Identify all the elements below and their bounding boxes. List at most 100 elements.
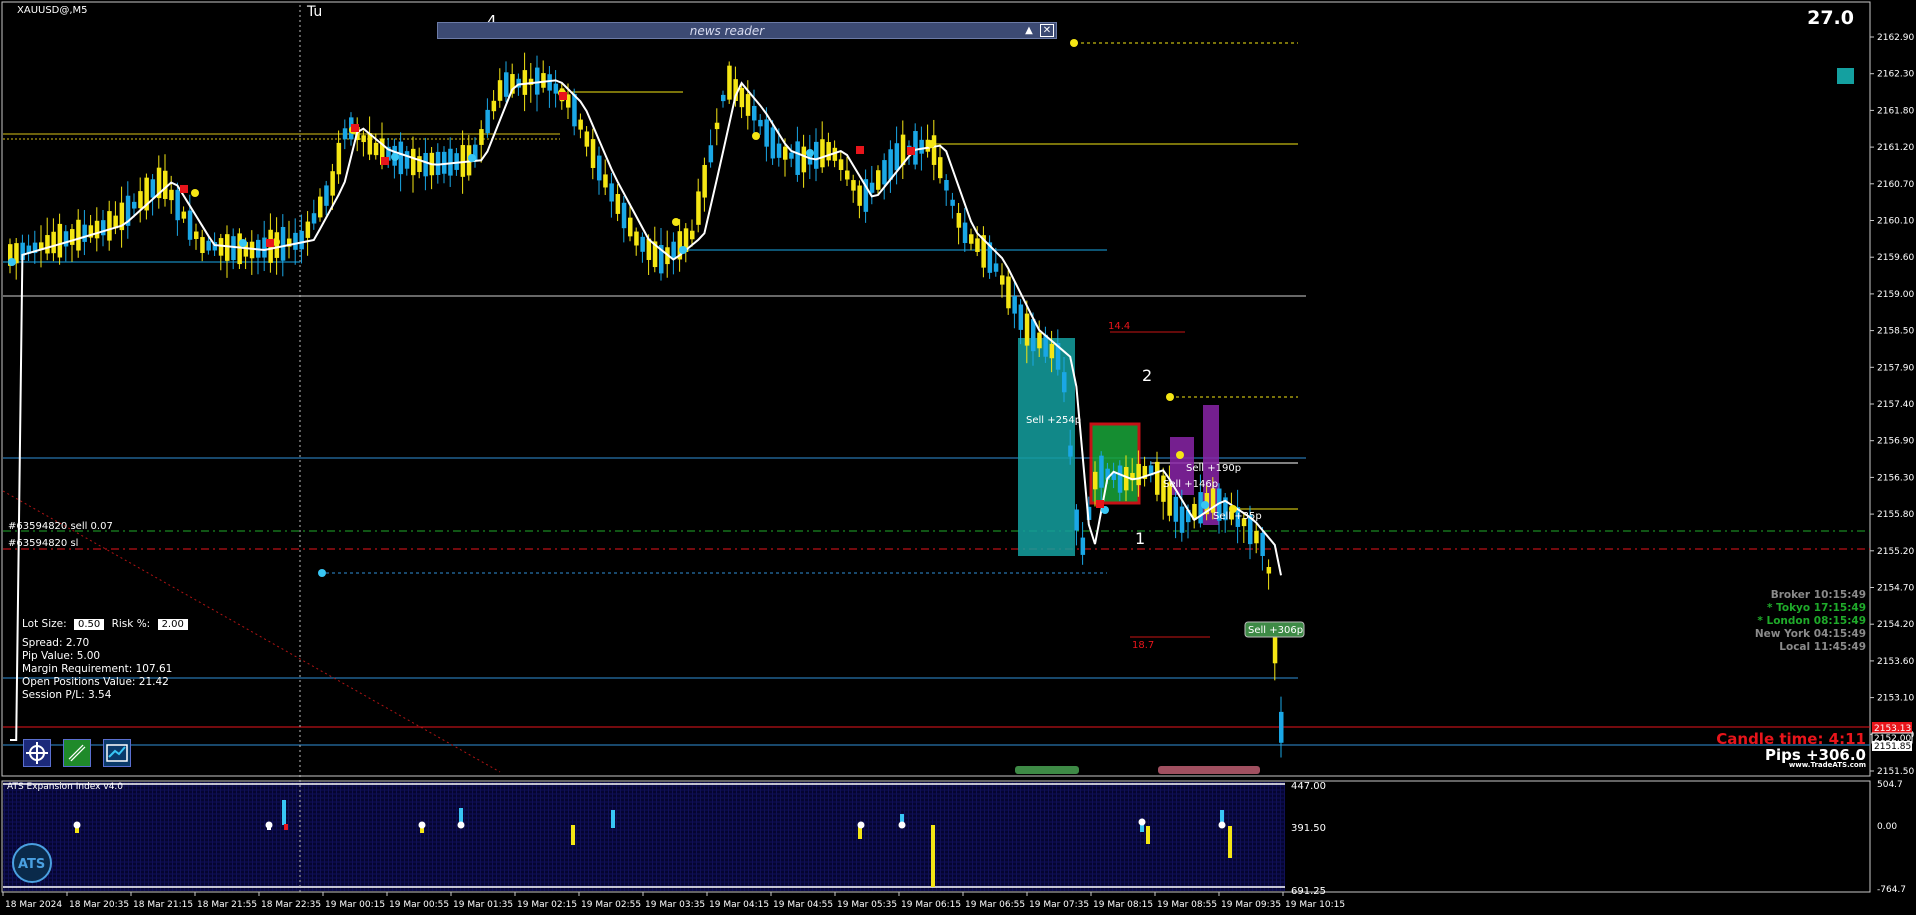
crosshair-target-icon[interactable] xyxy=(23,739,51,767)
signal-square xyxy=(907,147,915,155)
session-time: 04:15:49 xyxy=(1813,628,1866,640)
candle-body xyxy=(597,155,602,181)
status-square xyxy=(1837,68,1854,84)
signal-dot xyxy=(191,189,199,197)
candle-body xyxy=(1117,465,1123,493)
time-label: 19 Mar 04:15 xyxy=(709,900,769,910)
indicator-title: ATS Expansion Index v4.0 xyxy=(7,782,123,792)
order-label: #63594820 sell 0.07 xyxy=(8,521,113,532)
candle-body xyxy=(398,141,404,175)
candle-body xyxy=(795,141,800,175)
time-label: 19 Mar 10:15 xyxy=(1285,900,1345,910)
indicator-bar xyxy=(284,824,288,830)
news-reader-bar[interactable]: news reader ▲ ✕ xyxy=(437,22,1057,39)
session-name: Local xyxy=(1779,641,1814,653)
price-label: 2157.90 xyxy=(1877,363,1914,373)
session-name: * London xyxy=(1757,615,1814,627)
candle-body xyxy=(801,146,807,173)
candle-body xyxy=(1124,466,1129,491)
candle-body xyxy=(163,170,168,199)
signal-dot xyxy=(672,218,680,226)
indicator-dot xyxy=(857,821,865,829)
candle-body xyxy=(1062,372,1067,393)
signal-dot xyxy=(8,258,16,266)
price-label: 2159.00 xyxy=(1877,290,1914,300)
time-label: 18 Mar 21:15 xyxy=(133,900,193,910)
candle-body xyxy=(919,139,924,154)
lot-size-input[interactable]: 0.50 xyxy=(73,619,105,630)
signal-dot xyxy=(468,154,476,162)
price-label: 2161.20 xyxy=(1877,143,1914,153)
candle-body xyxy=(299,230,304,250)
candle-body xyxy=(615,194,621,214)
candle-body xyxy=(690,230,695,240)
candle-body xyxy=(721,94,726,102)
trade-label: Sell +306p xyxy=(1248,625,1303,636)
candle-body xyxy=(603,174,608,188)
indicator-dot xyxy=(1218,821,1226,829)
candle-body xyxy=(770,127,776,159)
candle-body xyxy=(1260,532,1265,556)
candle-body xyxy=(1279,711,1284,743)
price-label: 2158.50 xyxy=(1877,327,1914,337)
trade-label: Sell +35p xyxy=(1213,511,1262,522)
candle-body xyxy=(671,241,676,260)
signal-dot xyxy=(927,140,935,148)
fib-label: 18.7 xyxy=(1132,640,1154,651)
signal-dot xyxy=(318,569,326,577)
candle-body xyxy=(181,211,187,219)
price-chart[interactable]: 2162.90 2162.30 2161.80 2161.20 2160.70 2160.… xyxy=(0,0,1916,915)
time-label: 19 Mar 01:35 xyxy=(453,900,513,910)
trade-zone-sell[interactable] xyxy=(1018,338,1075,556)
candle-body xyxy=(132,201,137,209)
indicator-bar xyxy=(282,800,286,825)
candle-body xyxy=(101,220,106,236)
bid-price-tag-text: 2151.85 xyxy=(1874,742,1911,752)
signal-dot xyxy=(1176,451,1184,459)
trade-label: Sell +190p xyxy=(1186,463,1241,474)
candle-body xyxy=(584,131,590,147)
chart-trend-icon[interactable] xyxy=(103,739,131,767)
candle-body xyxy=(206,240,211,251)
candle-body xyxy=(417,156,422,173)
time-label: 19 Mar 09:35 xyxy=(1221,900,1281,910)
price-label: 2157.40 xyxy=(1877,400,1914,410)
candle-body xyxy=(442,151,447,174)
indicator-bar xyxy=(931,825,935,887)
candle-body xyxy=(851,180,856,191)
indicator-background xyxy=(3,782,1285,891)
candle-body xyxy=(1179,506,1185,533)
price-label: 2159.60 xyxy=(1877,253,1914,263)
price-label: 2162.90 xyxy=(1877,33,1914,43)
risk-input[interactable]: 2.00 xyxy=(157,619,188,630)
candle-body xyxy=(342,128,348,140)
time-label: 19 Mar 05:35 xyxy=(837,900,897,910)
candle-body xyxy=(94,220,100,239)
lot-size-label: Lot Size: xyxy=(22,618,67,630)
candle-body xyxy=(758,119,763,127)
indicator-axis-label: -764.7 xyxy=(1877,885,1906,895)
news-reader-title: news reader xyxy=(689,24,765,38)
candle-body xyxy=(882,160,887,185)
price-label: 2162.30 xyxy=(1877,70,1914,80)
signal-square xyxy=(180,185,188,193)
candle-body xyxy=(45,235,50,254)
candle-body xyxy=(1266,567,1272,574)
close-x-icon[interactable]: ✕ xyxy=(1040,24,1054,37)
candle-body xyxy=(51,231,56,254)
candle-body xyxy=(1173,496,1179,522)
link-chain-icon[interactable] xyxy=(63,739,91,767)
candle-body xyxy=(714,122,720,130)
candle-body xyxy=(776,143,782,158)
time-label: 19 Mar 03:35 xyxy=(645,900,705,910)
candle-body xyxy=(1254,530,1259,544)
triangle-up-icon[interactable]: ▲ xyxy=(1022,24,1036,37)
signal-square xyxy=(1096,500,1104,508)
candle-body xyxy=(621,202,627,229)
candle-body xyxy=(950,199,955,206)
price-axis: 2162.90 2162.30 2161.80 2161.20 2160.70 2160.… xyxy=(1870,33,1914,777)
indicator-dot xyxy=(265,821,273,829)
candle-body xyxy=(894,143,900,171)
candle-body xyxy=(305,221,311,238)
candle-body xyxy=(485,109,490,134)
